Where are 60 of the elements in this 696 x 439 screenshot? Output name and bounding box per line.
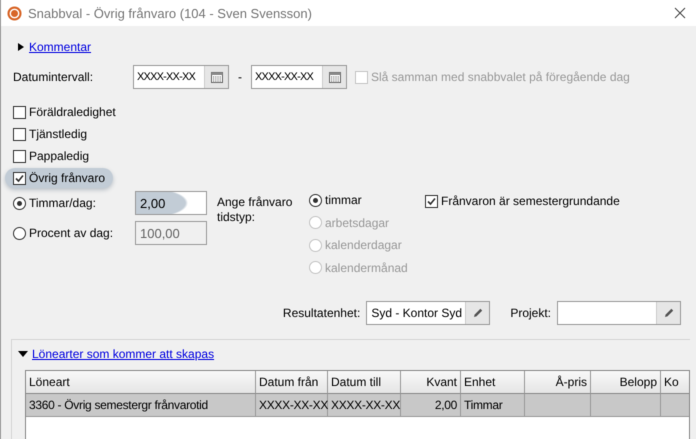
column-header[interactable]: Enhet	[461, 371, 525, 394]
checkbox[interactable]	[13, 172, 26, 184]
amount-mode-label: Procent av dag:	[29, 226, 114, 240]
table-cell: 3360 - Övrig semestergr frånvarotid	[26, 394, 256, 417]
amount-field[interactable]: 2,00	[135, 191, 207, 215]
pencil-icon	[662, 307, 674, 319]
calendar-icon	[328, 71, 340, 83]
edit-button[interactable]	[656, 302, 680, 324]
absence-type-label: Övrig frånvaro	[29, 171, 106, 185]
column-header[interactable]: Å-pris	[525, 371, 591, 394]
section-link[interactable]: Lönearter som kommer att skapas	[32, 347, 214, 361]
expand-arrow-icon[interactable]	[17, 42, 25, 52]
column-header[interactable]: Kvant	[401, 371, 461, 394]
date-range-label: Datumintervall:	[13, 70, 94, 84]
time-type-option-label: arbetsdagar	[325, 216, 390, 230]
column-header[interactable]: Datum från	[256, 371, 328, 394]
radio-button[interactable]	[309, 194, 322, 207]
checkbox[interactable]	[425, 194, 438, 208]
expand-arrow-icon[interactable]	[18, 350, 28, 358]
checkbox[interactable]	[13, 106, 26, 118]
table-cell: XXXX-XX-XX	[256, 394, 328, 417]
amount-mode-label: Timmar/dag:	[29, 196, 97, 210]
result-unit-label: Resultatenhet:	[282, 306, 360, 320]
merge-checkbox-label: Slå samman med snabbvalet på föregående dag	[371, 70, 630, 84]
absence-type-label: Pappaledig	[29, 149, 90, 163]
checkbox[interactable]	[13, 128, 26, 140]
column-header[interactable]: Löneart	[26, 371, 256, 394]
absence-type-label: Tjänstledig	[29, 127, 88, 141]
close-icon[interactable]	[674, 7, 686, 19]
absence-type-label: Föräldraledighet	[29, 105, 116, 119]
pencil-icon	[472, 307, 484, 319]
vacation-basis-label: Frånvaron är semestergrundande	[441, 194, 620, 208]
result-unit-field[interactable]: Syd - Kontor Syd	[366, 301, 490, 325]
column-header[interactable]: Ko	[661, 371, 689, 394]
table-cell: Timmar	[461, 394, 525, 417]
time-type-option-label: kalendermånad	[325, 260, 408, 275]
project-field[interactable]	[557, 301, 681, 325]
table-cell: XXXX-XX-XX	[328, 394, 401, 417]
project-label: Projekt:	[510, 306, 551, 320]
calendar-button[interactable]	[322, 66, 346, 88]
table-cell	[661, 394, 689, 417]
time-type-option-label: kalenderdagar	[325, 238, 402, 252]
checkbox[interactable]	[13, 150, 26, 162]
date-from-field[interactable]: XXXX-XX-XX	[133, 65, 229, 89]
radio-button[interactable]	[13, 196, 26, 210]
comment-link[interactable]: Kommentar	[29, 40, 92, 54]
table-cell	[525, 394, 591, 417]
table-cell: 2,00	[401, 394, 461, 417]
column-header[interactable]: Belopp	[591, 371, 661, 394]
window-title: Snabbval - Övrig frånvaro (104 - Sven Svensson)	[28, 6, 312, 20]
date-to-field[interactable]: XXXX-XX-XX	[251, 65, 347, 89]
calendar-button[interactable]	[204, 66, 228, 88]
app-logo-icon	[7, 6, 22, 20]
calendar-icon	[210, 71, 222, 83]
time-type-option-label: timmar	[325, 193, 362, 208]
column-header[interactable]: Datum till	[328, 371, 401, 394]
table-cell	[591, 394, 661, 417]
edit-button[interactable]	[465, 302, 490, 324]
time-type-label: Ange frånvaro tidstyp:	[217, 195, 294, 226]
range-separator: -	[237, 70, 243, 84]
